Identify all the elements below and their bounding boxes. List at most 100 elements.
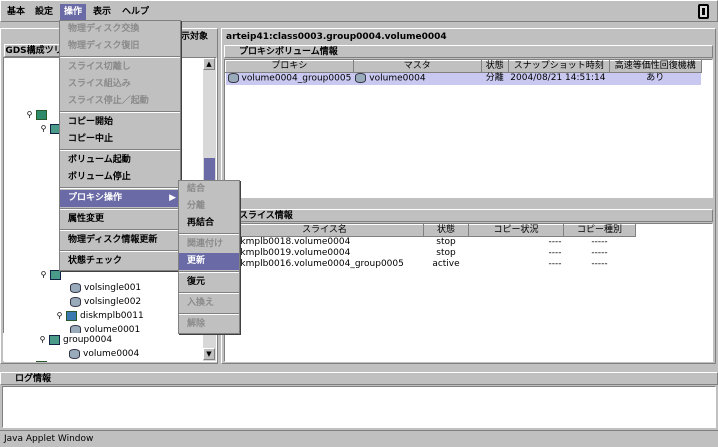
operation-menu-item-label: スライス停止／起動 xyxy=(68,96,149,106)
proxy-submenu-item-label: 分離 xyxy=(187,201,206,211)
menu-view[interactable]: 表示 xyxy=(89,4,115,20)
col-copy-type[interactable]: コピー種別 xyxy=(563,224,636,237)
operation-menu-item-7[interactable]: コピー開始 xyxy=(60,114,180,131)
menu-separator xyxy=(60,250,180,252)
operation-menu-item-label: スライス組込み xyxy=(68,79,131,89)
volume-icon xyxy=(69,348,80,359)
volume-icon xyxy=(70,282,81,293)
proxy-section-title: プロキシボリューム情報 xyxy=(224,45,713,58)
table-row[interactable]: diskmplb0018.volume0004 stop ---- ----- xyxy=(226,237,636,249)
operation-menu-item-11[interactable]: ボリューム停止 xyxy=(60,169,180,186)
proxy-submenu-item-label: 再結合 xyxy=(187,218,215,228)
proxy-submenu-item-label: 解除 xyxy=(187,319,206,329)
proxy-submenu-item-7[interactable]: 復元 xyxy=(179,274,239,291)
detail-panel: arteip41:class0003.group0004.volume0004 … xyxy=(221,28,716,364)
operation-menu: 物理ディスク交換 物理ディスク復旧 スライス切離し スライス組込み スライス停止／起動コ… xyxy=(59,20,181,271)
proxy-submenu-item-label: 復元 xyxy=(187,277,206,287)
menu-separator xyxy=(179,292,239,294)
proxy-submenu-item-11[interactable]: 解除 xyxy=(179,316,239,333)
scroll-down-button[interactable]: ▼ xyxy=(203,348,215,360)
proxy-submenu-item-4[interactable]: 関連付け xyxy=(179,236,239,253)
status-bar: Java Applet Window xyxy=(0,430,718,447)
table-row[interactable]: volume0004_group0005 volume0004 分離 2004/… xyxy=(225,72,702,85)
submenu-arrow-icon: ▶ xyxy=(169,193,176,203)
log-panel-title: ログ情報 xyxy=(0,372,718,385)
menu-separator xyxy=(60,149,180,151)
menu-operation[interactable]: 操作 xyxy=(60,4,87,20)
table-row[interactable]: diskmplb0019.volume0004 stop ---- ----- xyxy=(226,248,636,259)
col-fast-recovery[interactable]: 高速等価性回復機構 xyxy=(608,60,702,73)
menu-separator xyxy=(179,271,239,273)
col-proxy[interactable]: プロキシ xyxy=(225,60,354,73)
tree-node-volume0004[interactable]: volume0004 xyxy=(69,347,139,361)
proxy-submenu-item-label: 結合 xyxy=(187,184,206,194)
menu-basic[interactable]: 基本 xyxy=(3,4,29,20)
operation-menu-item-0[interactable]: 物理ディスク交換 xyxy=(60,21,180,38)
menu-separator xyxy=(179,233,239,235)
proxy-submenu-item-5[interactable]: 更新 xyxy=(179,253,239,270)
menu-separator xyxy=(60,56,180,58)
col-slice-name[interactable]: スライス名 xyxy=(225,224,424,237)
display-target-tab[interactable]: 示対象 xyxy=(181,31,217,43)
group-icon xyxy=(49,334,60,345)
operation-menu-item-19[interactable]: 状態チェック xyxy=(60,253,180,270)
operation-menu-item-4[interactable]: スライス組込み xyxy=(60,76,180,93)
operation-menu-item-17[interactable]: 物理ディスク情報更新 xyxy=(60,232,180,249)
tree-node-volsingle001[interactable]: volsingle001 xyxy=(70,281,141,295)
col-master[interactable]: マスタ xyxy=(352,60,482,73)
class-icon xyxy=(36,109,47,120)
operation-menu-item-label: コピー開始 xyxy=(68,117,114,127)
operation-menu-item-label: 物理ディスク交換 xyxy=(68,24,140,34)
menu-settings[interactable]: 設定 xyxy=(31,4,57,20)
log-area[interactable] xyxy=(2,386,716,428)
col-state[interactable]: 状態 xyxy=(480,60,509,73)
menubar: 基本 設定 操作 表示 ヘルプ xyxy=(0,0,718,22)
operation-menu-item-3[interactable]: スライス切離し xyxy=(60,59,180,76)
operation-menu-item-label: スライス切離し xyxy=(68,62,131,72)
operation-menu-item-label: ボリューム起動 xyxy=(68,155,131,165)
proxy-table-area: プロキシ マスタ 状態 スナップショット時刻 高速等価性回復機構 volume0… xyxy=(224,59,713,198)
tree-tab[interactable]: GDS構成ツリー xyxy=(4,44,64,69)
slice-table: スライス名 状態 コピー状況 コピー種別 diskmplb0018.volume… xyxy=(225,224,636,270)
menu-separator xyxy=(60,187,180,189)
proxy-submenu: 結合分離再結合関連付け更新復元入換え解除 xyxy=(178,180,240,334)
scroll-up-button[interactable]: ▲ xyxy=(203,58,215,70)
volume-icon xyxy=(70,296,81,307)
menu-help[interactable]: ヘルプ xyxy=(118,4,153,20)
proxy-submenu-item-9[interactable]: 入換え xyxy=(179,295,239,312)
menu-separator xyxy=(179,313,239,315)
proxy-submenu-item-label: 更新 xyxy=(187,256,206,266)
trash-icon[interactable] xyxy=(698,4,709,19)
operation-menu-item-1[interactable]: 物理ディスク復旧 xyxy=(60,38,180,55)
col-snapshot-time[interactable]: スナップショット時刻 xyxy=(507,60,610,73)
operation-menu-item-13[interactable]: プロキシ操作 ▶ xyxy=(60,190,180,207)
operation-menu-item-label: 属性変更 xyxy=(68,214,105,224)
operation-menu-item-15[interactable]: 属性変更 xyxy=(60,211,180,228)
slice-section-title: スライス情報 xyxy=(224,209,713,222)
tree-node-class[interactable]: ⚲ xyxy=(26,108,50,122)
proxy-submenu-item-label: 関連付け xyxy=(187,239,224,249)
menu-separator xyxy=(60,229,180,231)
proxy-table: プロキシ マスタ 状態 スナップショット時刻 高速等価性回復機構 volume0… xyxy=(225,60,702,85)
operation-menu-item-label: 物理ディスク情報更新 xyxy=(68,235,158,245)
tree-node-group0004[interactable]: ⚲ group0004 xyxy=(39,333,112,347)
tree-node-diskmplb0011[interactable]: ⚲ diskmplb0011 xyxy=(56,309,144,323)
operation-menu-item-5[interactable]: スライス停止／起動 xyxy=(60,93,180,110)
operation-menu-item-label: プロキシ操作 xyxy=(68,193,123,203)
operation-menu-item-10[interactable]: ボリューム起動 xyxy=(60,152,180,169)
tree-node-volsingle002[interactable]: volsingle002 xyxy=(70,295,141,309)
disk-icon xyxy=(66,310,77,321)
menu-separator xyxy=(60,208,180,210)
operation-menu-item-8[interactable]: コピー中止 xyxy=(60,131,180,148)
proxy-submenu-item-2[interactable]: 再結合 xyxy=(179,215,239,232)
proxy-submenu-item-0[interactable]: 結合 xyxy=(179,181,239,198)
col-slice-state[interactable]: 状態 xyxy=(423,224,469,237)
table-row[interactable]: diskmplb0016.volume0004_group0005 active… xyxy=(226,259,636,270)
col-copy-status[interactable]: コピー状況 xyxy=(468,224,564,237)
menu-separator xyxy=(60,111,180,113)
operation-menu-item-label: 物理ディスク復旧 xyxy=(68,41,140,51)
operation-menu-item-label: 状態チェック xyxy=(68,256,123,266)
volume-icon xyxy=(355,73,367,83)
path-label: arteip41:class0003.group0004.volume0004 xyxy=(226,32,447,42)
proxy-submenu-item-1[interactable]: 分離 xyxy=(179,198,239,215)
